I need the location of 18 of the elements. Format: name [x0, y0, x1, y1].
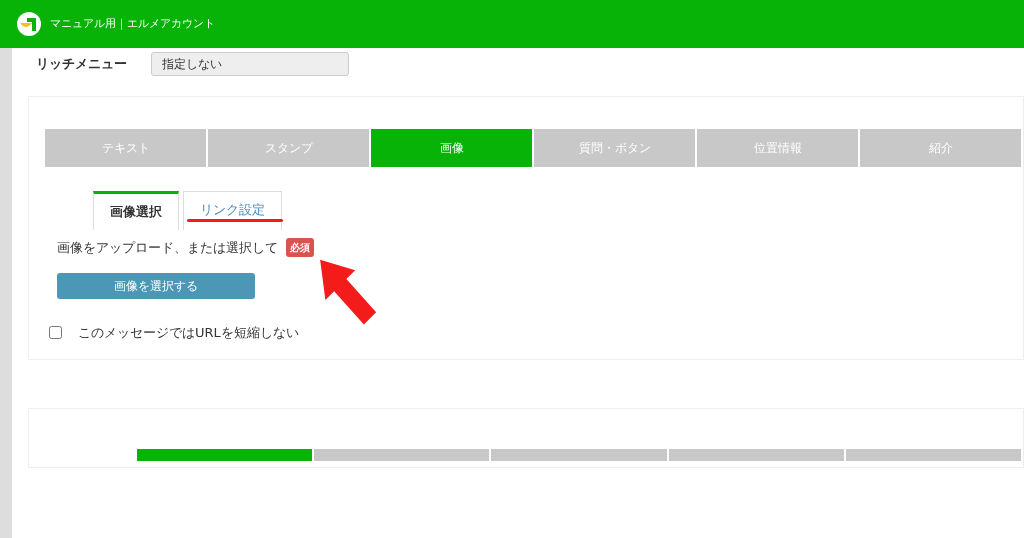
rich-menu-select[interactable]: 指定しない	[151, 52, 349, 76]
message-type-tab[interactable]	[314, 448, 492, 461]
message-type-tab[interactable]	[845, 448, 1023, 461]
required-badge: 必須	[286, 237, 314, 257]
account-title: マニュアル用｜エルメアカウント	[50, 15, 215, 32]
select-image-button[interactable]: 画像を選択する	[57, 273, 255, 299]
sub-tab[interactable]: 画像選択	[93, 191, 179, 230]
scrollbar[interactable]	[0, 48, 12, 538]
sub-tab[interactable]: リンク設定	[183, 191, 282, 230]
logo-icon	[16, 11, 42, 37]
checkbox-label[interactable]: このメッセージではURLを短縮しない	[78, 323, 299, 343]
message-type-tab[interactable]	[491, 448, 669, 461]
message-type-tab[interactable]	[668, 448, 846, 461]
message-type-tab[interactable]: 画像	[371, 129, 534, 167]
checkbox[interactable]	[49, 326, 62, 340]
message-type-tab[interactable]	[137, 448, 315, 461]
upload-instruction: 画像をアップロード、または選択して	[57, 238, 278, 257]
rich-menu-label: リッチメニュー	[36, 55, 127, 74]
